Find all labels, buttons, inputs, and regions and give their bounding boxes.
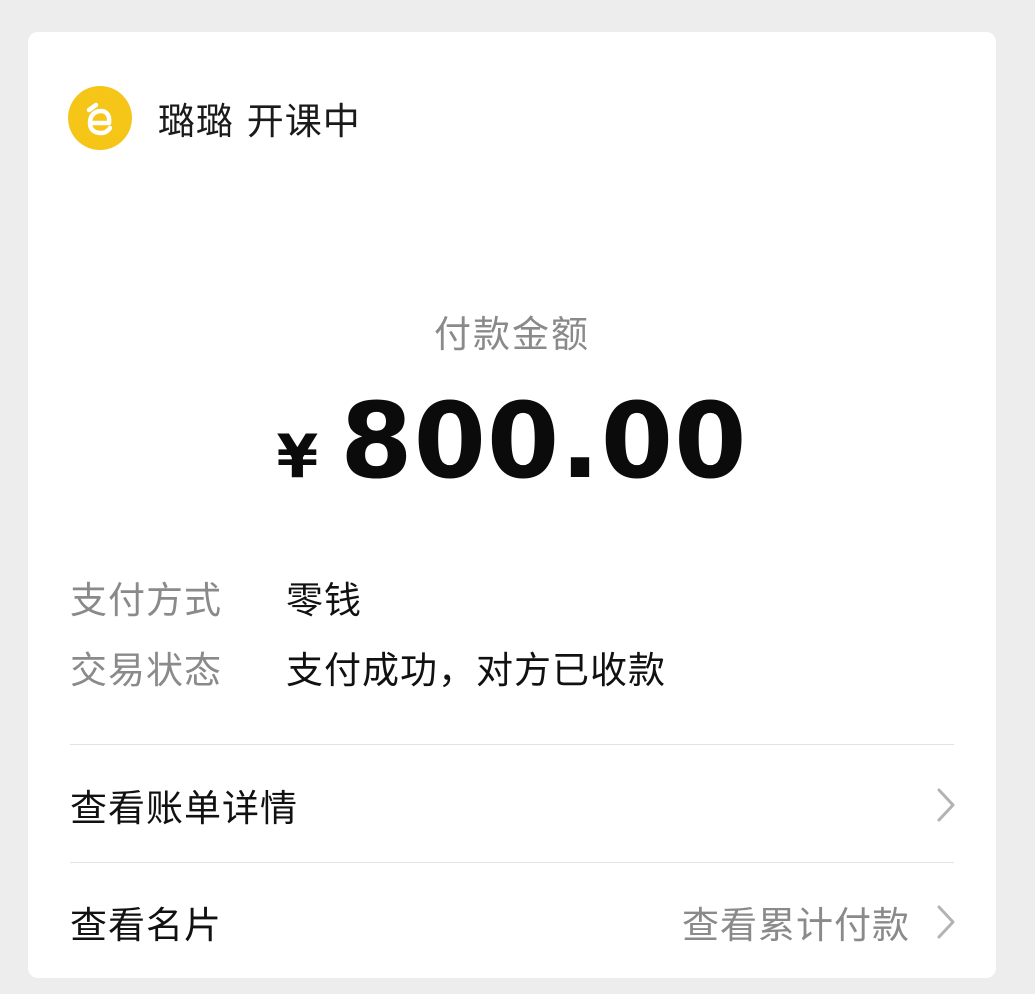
divider — [70, 744, 954, 745]
currency-symbol: ¥ — [276, 422, 319, 492]
transaction-status-label: 交易状态 — [70, 649, 222, 692]
payment-method-row: 支付方式 零钱 — [70, 572, 362, 622]
view-total-payments-link[interactable]: 查看累计付款 — [682, 895, 958, 949]
view-total-payments-label: 查看累计付款 — [682, 904, 910, 947]
chevron-right-icon — [934, 902, 958, 942]
merchant-avatar — [68, 86, 132, 150]
payment-method-label: 支付方式 — [70, 579, 222, 622]
letter-e-logo-icon — [86, 102, 113, 136]
view-business-card-label: 查看名片 — [70, 904, 222, 947]
merchant-header[interactable]: 璐璐 开课中 — [68, 86, 361, 150]
payment-result-card: 璐璐 开课中 付款金额 ¥ 800.00 支付方式 零钱 交易状态 支付成功，对… — [28, 32, 996, 978]
amount-display: ¥ 800.00 — [28, 380, 996, 502]
chevron-right-icon — [934, 785, 958, 825]
view-bill-details-button[interactable]: 查看账单详情 — [70, 765, 958, 845]
amount-label: 付款金额 — [434, 313, 590, 356]
view-business-card-button[interactable]: 查看名片 查看累计付款 — [70, 882, 958, 962]
amount-value: 800.00 — [340, 380, 748, 502]
transaction-status-value: 支付成功，对方已收款 — [286, 649, 666, 692]
payment-method-value: 零钱 — [286, 579, 362, 622]
view-bill-details-label: 查看账单详情 — [70, 787, 298, 830]
divider — [70, 862, 954, 863]
transaction-status-row: 交易状态 支付成功，对方已收款 — [70, 642, 666, 692]
merchant-name: 璐璐 开课中 — [158, 100, 361, 143]
